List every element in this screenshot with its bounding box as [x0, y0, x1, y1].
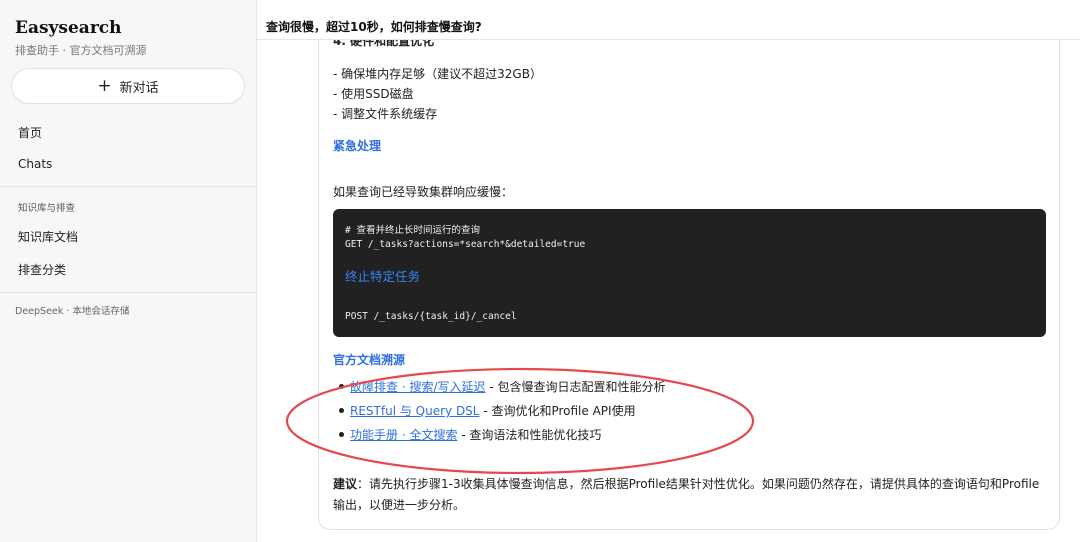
list-item: - 使用SSD磁盘: [333, 87, 414, 101]
sidebar-item-home[interactable]: 首页: [18, 124, 42, 141]
new-chat-label: 新对话: [119, 80, 159, 96]
brand-title: Easysearch: [15, 18, 122, 38]
sidebar-divider: [0, 292, 257, 293]
doc-link-desc: - 查询优化和Profile API使用: [479, 404, 636, 418]
sidebar-section-label: 知识库与排查: [18, 203, 76, 214]
suggestion-text: ：请先执行步骤1-3收集具体慢查询信息，然后根据Profile结果针对性优化。如…: [333, 477, 1040, 512]
code-comment: # 查看并终止长时间运行的查询: [345, 225, 480, 236]
doc-link-restful[interactable]: RESTful 与 Query DSL: [350, 404, 480, 418]
list-item: 故障排查 · 搜索/写入延迟 - 包含慢查询日志配置和性能分析: [333, 378, 665, 395]
code-block[interactable]: # 查看并终止长时间运行的查询 GET /_tasks?actions=*sea…: [333, 209, 1046, 337]
new-chat-button[interactable]: + 新对话: [11, 68, 245, 104]
sidebar-footnote: DeepSeek · 本地会话存储: [15, 306, 130, 317]
emergency-intro: 如果查询已经导致集群响应缓慢：: [333, 185, 514, 199]
doc-link-desc: - 包含慢查询日志配置和性能分析: [485, 380, 666, 394]
sidebar-divider: [0, 186, 257, 187]
code-line: POST /_tasks/{task_id}/_cancel: [345, 311, 517, 322]
sidebar-item-troubleshoot-categories[interactable]: 排查分类: [18, 261, 66, 278]
brand-subtitle: 排查助手 · 官方文档可溯源: [15, 44, 147, 57]
doc-link-fulltext-search[interactable]: 功能手册 · 全文搜索: [350, 428, 457, 442]
section-heading: 4. 硬件和配置优化: [333, 40, 435, 48]
bullet-dot-icon: [339, 408, 344, 413]
assistant-message: 4. 硬件和配置优化 - 确保堆内存足够（建议不超过32GB） - 使用SSD磁…: [318, 40, 1060, 530]
code-inner-heading: 终止特定任务: [345, 269, 421, 284]
list-item: - 调整文件系统缓存: [333, 107, 438, 121]
suggestion-label: 建议: [333, 477, 358, 491]
docs-heading: 官方文档溯源: [333, 353, 406, 367]
bullet-dot-icon: [339, 384, 344, 389]
sidebar-item-chats[interactable]: Chats: [18, 157, 52, 171]
code-line: GET /_tasks?actions=*search*&detailed=tr…: [345, 239, 586, 250]
sidebar: Easysearch 排查助手 · 官方文档可溯源 + 新对话 首页 Chats…: [0, 0, 257, 542]
list-item: - 确保堆内存足够（建议不超过32GB）: [333, 67, 542, 81]
list-item: 功能手册 · 全文搜索 - 查询语法和性能优化技巧: [333, 426, 601, 443]
doc-link-troubleshooting[interactable]: 故障排查 · 搜索/写入延迟: [350, 380, 486, 394]
suggestion-paragraph: 建议：请先执行步骤1-3收集具体慢查询信息，然后根据Profile结果针对性优化…: [333, 474, 1045, 516]
chat-title: 查询很慢，超过10秒，如何排查慢查询?: [266, 20, 482, 34]
list-item: RESTful 与 Query DSL - 查询优化和Profile API使用: [333, 402, 636, 419]
chat-header: 查询很慢，超过10秒，如何排查慢查询?: [257, 0, 1080, 40]
sidebar-item-kb-docs[interactable]: 知识库文档: [18, 228, 78, 245]
doc-link-desc: - 查询语法和性能优化技巧: [457, 428, 602, 442]
bullet-dot-icon: [339, 432, 344, 437]
emergency-heading: 紧急处理: [333, 139, 382, 153]
plus-icon: +: [97, 75, 112, 96]
